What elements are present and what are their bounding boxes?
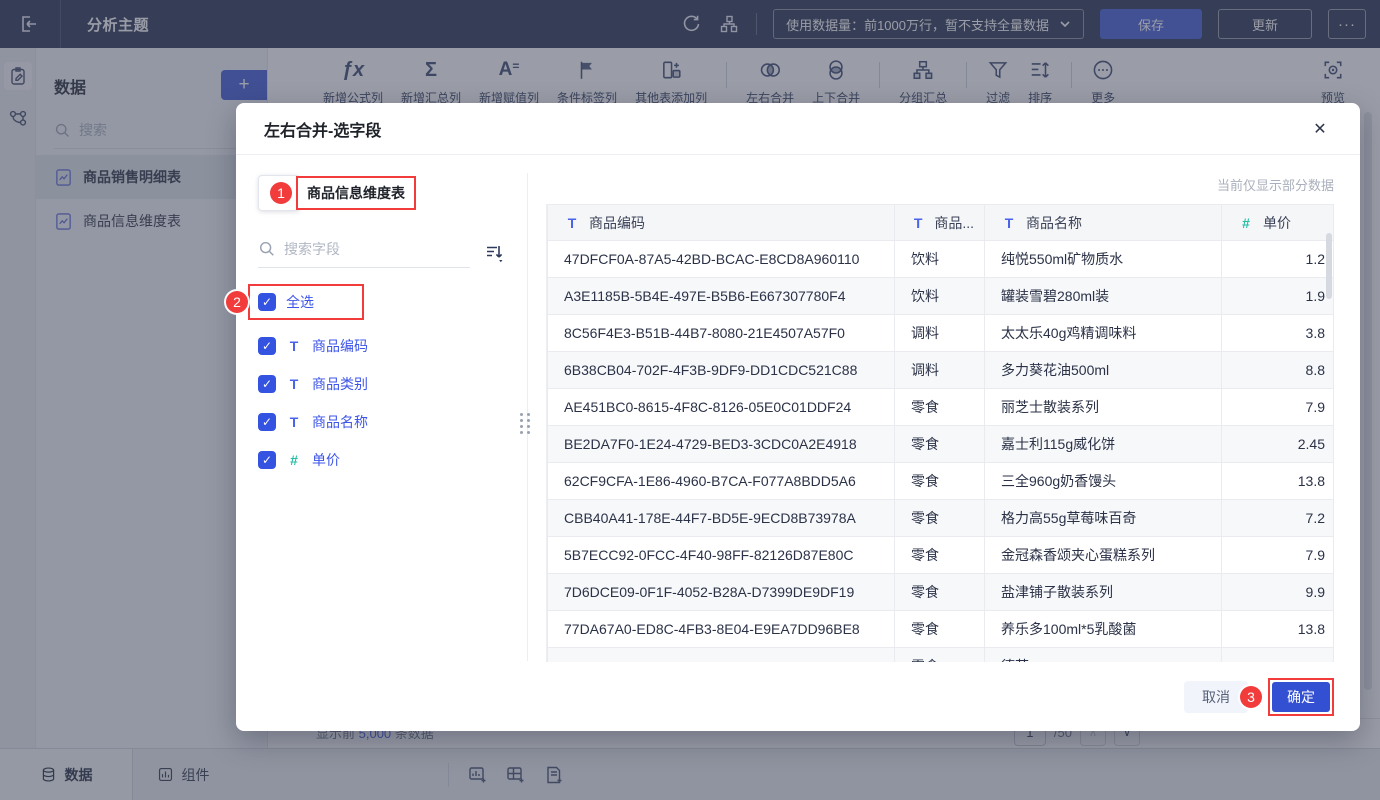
confirm-annotation-box: 确定 (1268, 678, 1334, 716)
checkbox-checked-icon[interactable]: ✓ (258, 451, 276, 469)
table-row: CBB40A41-178E-44F7-BD5E-9ECD8B73978A 零食 格力… (547, 499, 1334, 537)
number-type-icon: # (290, 452, 298, 468)
select-all-checkbox-row[interactable]: ✓ 全选 (248, 284, 364, 320)
field-checkbox-row[interactable]: ✓ # 单价 (258, 448, 527, 472)
table-row: 6B38CB04-702F-4F3B-9DF9-DD1CDC521C88 调料 多力… (547, 351, 1334, 389)
annotation-badge-1: 1 (270, 182, 292, 204)
table-scrollbar[interactable] (1326, 233, 1332, 299)
text-type-icon: T (289, 338, 299, 354)
checkbox-checked-icon[interactable]: ✓ (258, 413, 276, 431)
text-type-icon: T (567, 214, 577, 231)
cancel-button[interactable]: 取消 (1184, 681, 1248, 713)
close-icon[interactable]: ✕ (1308, 117, 1332, 141)
text-type-icon: T (289, 414, 299, 430)
text-type-icon: T (289, 376, 299, 392)
preview-panel: 当前仅显示部分数据 T 商品编码 T 商品... T 商品名称 # 单价 47DFCF0A-87… (528, 155, 1360, 679)
partial-data-note: 当前仅显示部分数据 (1216, 178, 1334, 193)
preview-table: T 商品编码 T 商品... T 商品名称 # 单价 47DFCF0A-87A5-42BD-BC… (546, 204, 1334, 662)
text-type-icon: T (913, 214, 923, 231)
table-row: 8C56F4E3-B51B-44B7-8080-21E4507A57F0 调料 太太… (547, 314, 1334, 352)
field-sort-icon[interactable] (484, 242, 506, 268)
checkbox-checked-icon[interactable]: ✓ (258, 337, 276, 355)
merge-select-fields-dialog: 左右合并-选字段 ✕ 1 商品信息维度表 搜索字段 2 ✓ 全选 ✓ T 商品编… (226, 103, 1360, 731)
column-header[interactable]: T 商品... (894, 204, 985, 241)
annotation-badge-3: 3 (1240, 686, 1262, 708)
table-row: 7D6DCE09-0F1F-4052-B28A-D7399DE9DF19 零食 盐津… (547, 573, 1334, 611)
table-row-partial: 零食德芙 (547, 647, 1334, 662)
table-row: 77DA67A0-ED8C-4FB3-8E04-E9EA7DD96BE8 零食 养乐… (547, 610, 1334, 648)
column-header[interactable]: # 单价 (1221, 204, 1334, 241)
checkbox-checked-icon[interactable]: ✓ (258, 293, 276, 311)
table-row: BE2DA7F0-1E24-4729-BED3-3CDC0A2E4918 零食 嘉士… (547, 425, 1334, 463)
table-row: 62CF9CFA-1E86-4960-B7CA-F077A8BDD5A6 零食 三全… (547, 462, 1334, 500)
confirm-button[interactable]: 确定 (1272, 682, 1330, 712)
annotation-badge-2: 2 (226, 291, 248, 313)
number-type-icon: # (1242, 214, 1250, 231)
field-panel: 1 商品信息维度表 搜索字段 2 ✓ 全选 ✓ T 商品编码 ✓ T 商品类别 … (226, 155, 527, 679)
table-row: A3E1185B-5B4E-497E-B5B6-E667307780F4 饮料 罐装… (547, 277, 1334, 315)
field-search-input[interactable]: 搜索字段 (258, 239, 470, 268)
table-row: 5B7ECC92-0FCC-4F40-98FF-82126D87E80C 零食 金冠… (547, 536, 1334, 574)
field-checkbox-row[interactable]: ✓ T 商品编码 (258, 334, 527, 358)
table-selector[interactable]: 1 商品信息维度表 (258, 173, 527, 213)
text-type-icon: T (1004, 214, 1014, 231)
field-checkbox-row[interactable]: ✓ T 商品类别 (258, 372, 527, 396)
search-icon (258, 240, 276, 258)
column-header[interactable]: T 商品名称 (984, 204, 1222, 241)
checkbox-checked-icon[interactable]: ✓ (258, 375, 276, 393)
field-checkbox-row[interactable]: ✓ T 商品名称 (258, 410, 527, 434)
dialog-title: 左右合并-选字段 (264, 122, 382, 140)
table-row: AE451BC0-8615-4F8C-8126-05E0C01DDF24 零食 丽芝… (547, 388, 1334, 426)
table-row: 47DFCF0A-87A5-42BD-BCAC-E8CD8A960110 饮料 纯悦… (547, 240, 1334, 278)
selected-table-name: 商品信息维度表 (296, 176, 416, 210)
column-header[interactable]: T 商品编码 (547, 204, 895, 241)
